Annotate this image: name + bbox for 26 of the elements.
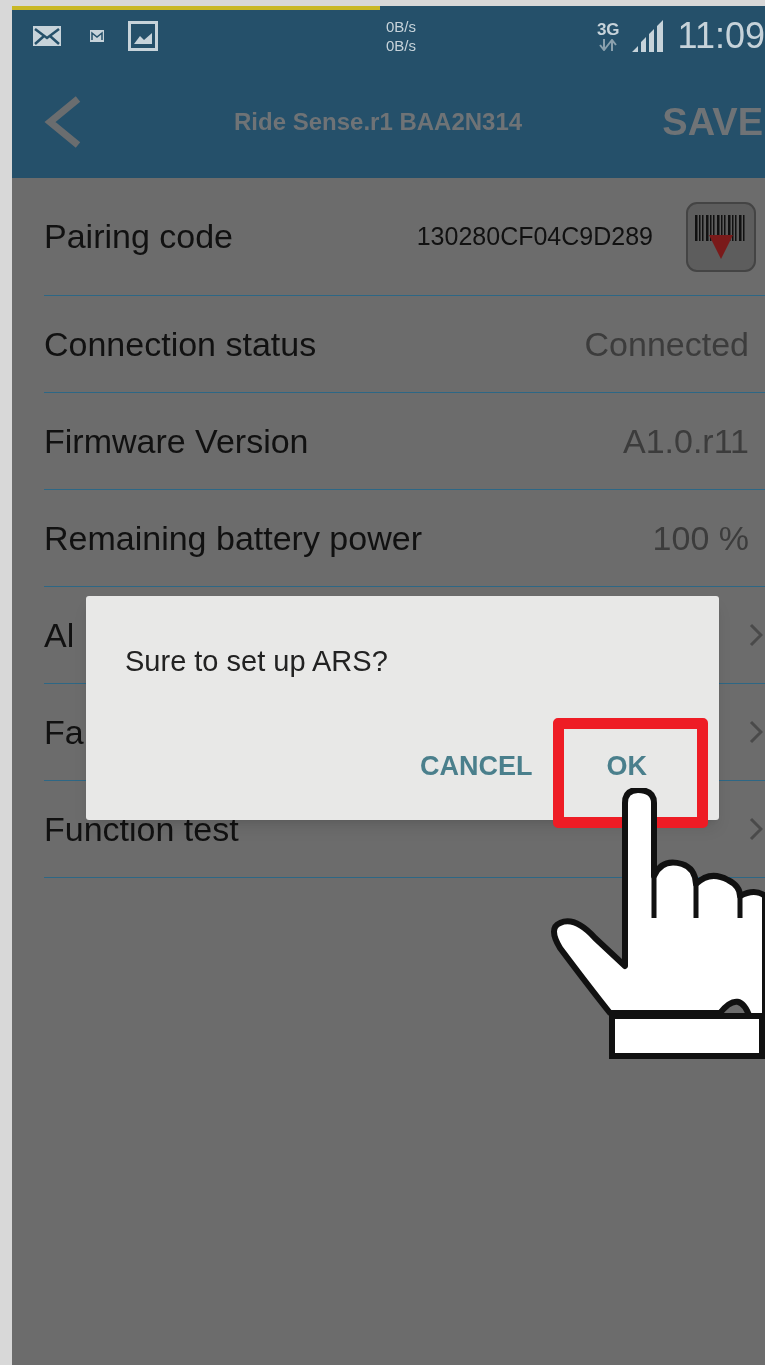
row-label: Firmware Version bbox=[44, 420, 309, 462]
signal-icon bbox=[631, 20, 666, 52]
row-label: Connection status bbox=[44, 323, 317, 365]
mail-icon bbox=[90, 30, 104, 42]
upload-speed: 0B/s bbox=[386, 17, 416, 36]
ok-button[interactable]: OK bbox=[606, 746, 647, 787]
download-speed: 0B/s bbox=[386, 36, 416, 55]
chevron-right-icon[interactable] bbox=[749, 720, 763, 744]
chevron-right-icon[interactable] bbox=[749, 817, 763, 841]
barcode-scanner-icon[interactable] bbox=[685, 200, 757, 273]
screen-title: Ride Sense.r1 BAA2N314 bbox=[234, 107, 523, 137]
row-label: Al bbox=[44, 614, 75, 656]
back-icon[interactable] bbox=[44, 96, 82, 148]
image-icon bbox=[128, 21, 158, 51]
row-label: Pairing code bbox=[44, 216, 233, 257]
network-type: 3G bbox=[596, 21, 620, 39]
data-arrows-icon bbox=[598, 39, 619, 51]
clock: 11:09 bbox=[677, 14, 765, 58]
row-label: Remaining battery power bbox=[44, 517, 422, 559]
pairing-code: 130280CF04C9D289 bbox=[416, 220, 653, 252]
row-label: Fa bbox=[44, 711, 84, 753]
cancel-button[interactable]: CANCEL bbox=[420, 746, 533, 787]
mail-icon bbox=[32, 25, 62, 47]
dialog-message: Sure to set up ARS? bbox=[125, 644, 388, 679]
chevron-right-icon[interactable] bbox=[749, 623, 763, 647]
row-label: Function test bbox=[44, 808, 239, 850]
